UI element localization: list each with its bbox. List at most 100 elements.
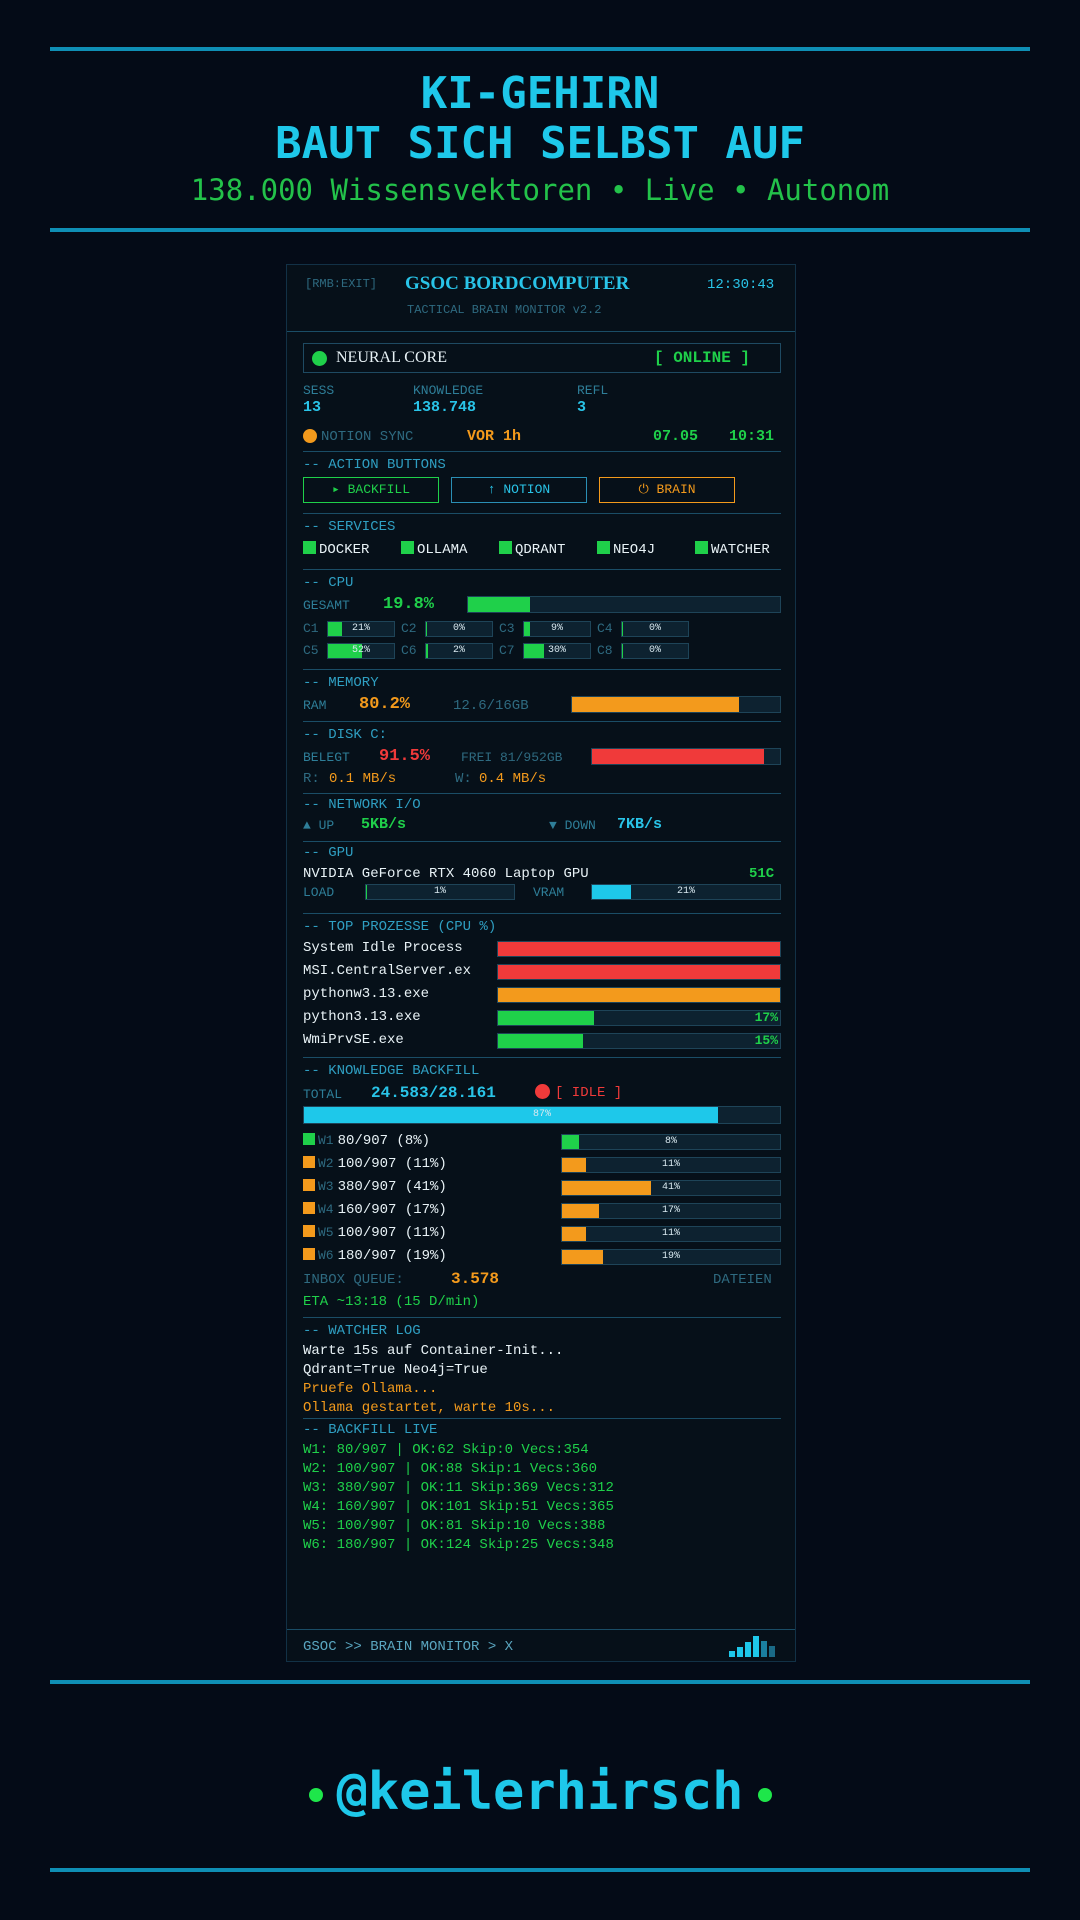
worker-status-icon <box>303 1202 315 1214</box>
backfill-live-line: W2: 100/907 | OK:88 Skip:1 Vecs:360 <box>303 1461 598 1477</box>
worker-label: W5 <box>318 1225 334 1240</box>
cpu-core-text: 21% <box>351 623 370 634</box>
disk-free: FREI 81/952GB <box>461 750 563 765</box>
footer-divider <box>50 1680 1030 1684</box>
header-divider <box>50 228 1030 232</box>
worker-bar-text: 19% <box>661 1251 680 1262</box>
signal-bars-icon <box>729 1633 785 1657</box>
cpu-core-label: C4 <box>597 621 613 636</box>
net-down-value: 7KB/s <box>617 816 663 833</box>
worker-label: W1 <box>318 1133 334 1148</box>
backfill-button[interactable]: ▸ BACKFILL <box>303 477 439 503</box>
cpu-core-bar: 0% <box>621 643 689 659</box>
section-disk: -- DISK C: <box>303 727 388 743</box>
rule <box>303 793 781 794</box>
cpu-core-bar: 52% <box>327 643 395 659</box>
watcher-log-line: Pruefe Ollama... <box>303 1381 438 1397</box>
worker-bar: 17% <box>561 1203 781 1219</box>
disk-read-value: 0.1 MB/s <box>329 771 397 787</box>
cpu-total-bar <box>467 596 781 613</box>
exit-hint[interactable]: [RMB:EXIT] <box>305 277 377 291</box>
cpu-core-label: C6 <box>401 643 417 658</box>
disk-used-label: BELEGT <box>303 750 350 765</box>
notion-sync-time: 10:31 <box>729 428 775 445</box>
watcher-log-line: Ollama gestartet, warte 10s... <box>303 1400 556 1416</box>
process-name: System Idle Process <box>303 940 463 956</box>
brain-button[interactable]: ⏻ BRAIN <box>599 477 735 503</box>
worker-bar: 11% <box>561 1157 781 1173</box>
cpu-total-label: GESAMT <box>303 598 350 613</box>
clock: 12:30:43 <box>707 277 775 293</box>
refl-value: 3 <box>577 399 587 416</box>
top-divider <box>50 47 1030 51</box>
process-name: WmiPrvSE.exe <box>303 1032 404 1048</box>
status-square-icon <box>401 541 414 554</box>
worker-bar: 8% <box>561 1134 781 1150</box>
process-bar <box>497 987 781 1003</box>
rule <box>303 1317 781 1318</box>
net-up-value: 5KB/s <box>361 816 407 833</box>
author-handle: @keilerhirsch <box>0 1762 1080 1822</box>
headline-subtitle: 138.000 Wissensvektoren • Live • Autonom <box>190 173 890 207</box>
worker-bar-text: 8% <box>664 1136 677 1147</box>
panel-title: GSOC BORDCOMPUTER <box>405 273 630 294</box>
process-value: 15% <box>754 1033 778 1048</box>
worker-row: W6 180/907 (19%) <box>303 1248 447 1264</box>
cpu-core-label: C3 <box>499 621 515 636</box>
worker-status-icon <box>303 1225 315 1237</box>
cpu-core-label: C7 <box>499 643 515 658</box>
notion-sync-age: VOR 1h <box>467 428 522 445</box>
disk-write-label: W: <box>455 771 472 787</box>
gpu-load-bar: 1% <box>365 884 515 900</box>
refl-label: REFL <box>577 383 609 398</box>
section-network: -- NETWORK I/O <box>303 797 421 813</box>
worker-bar-text: 11% <box>661 1159 680 1170</box>
watcher-log-line: Qdrant=True Neo4j=True <box>303 1362 488 1378</box>
backfill-total-value: 24.583/28.161 <box>371 1084 496 1102</box>
core-status-icon <box>312 351 327 366</box>
header-rule <box>287 331 795 332</box>
status-square-icon <box>499 541 512 554</box>
ram-label: RAM <box>303 698 327 713</box>
cpu-total-value: 19.8% <box>383 595 435 614</box>
process-bar <box>497 941 781 957</box>
rule <box>303 721 781 722</box>
headline-line-1: KI-GEHIRN <box>420 68 660 119</box>
cpu-core-text: 2% <box>452 645 465 656</box>
backfill-live-line: W4: 160/907 | OK:101 Skip:51 Vecs:365 <box>303 1499 614 1515</box>
author-handle-text: @keilerhirsch <box>336 1762 744 1822</box>
prompt-rule <box>287 1629 795 1630</box>
section-gpu: -- GPU <box>303 845 354 861</box>
process-fill <box>498 1034 583 1048</box>
gpu-name: NVIDIA GeForce RTX 4060 Laptop GPU <box>303 866 589 882</box>
ram-value: 80.2% <box>359 695 411 714</box>
worker-status-icon <box>303 1248 315 1260</box>
net-up-label: ▲ UP <box>303 818 335 833</box>
process-name: pythonw3.13.exe <box>303 986 430 1002</box>
section-memory: -- MEMORY <box>303 675 379 691</box>
disk-read-label: R: <box>303 771 320 787</box>
gpu-temp: 51C <box>749 866 775 882</box>
service-neo4j: NEO4J <box>597 541 655 558</box>
status-square-icon <box>597 541 610 554</box>
worker-label: W4 <box>318 1202 334 1217</box>
cpu-core-bar: 0% <box>621 621 689 637</box>
gpu-vram-text: 21% <box>676 886 695 897</box>
rule <box>303 1057 781 1058</box>
rule <box>303 841 781 842</box>
notion-sync-label: NOTION SYNC <box>321 429 414 445</box>
service-watcher: WATCHER <box>695 541 770 558</box>
worker-label: W3 <box>318 1179 334 1194</box>
notion-button[interactable]: ↑ NOTION <box>451 477 587 503</box>
status-square-icon <box>303 541 316 554</box>
cpu-core-text: 52% <box>351 645 370 656</box>
backfill-live-line: W1: 80/907 | OK:62 Skip:0 Vecs:354 <box>303 1442 589 1458</box>
cpu-core-bar: 0% <box>425 621 493 637</box>
command-prompt[interactable]: GSOC >> BRAIN MONITOR > X <box>303 1639 513 1655</box>
queue-unit: DATEIEN <box>713 1272 772 1288</box>
worker-status-icon <box>303 1156 315 1168</box>
backfill-total-label: TOTAL <box>303 1087 343 1102</box>
section-action-buttons: -- ACTION BUTTONS <box>303 457 446 473</box>
worker-progress: 80/907 (8%) <box>337 1133 431 1149</box>
process-bar <box>497 964 781 980</box>
